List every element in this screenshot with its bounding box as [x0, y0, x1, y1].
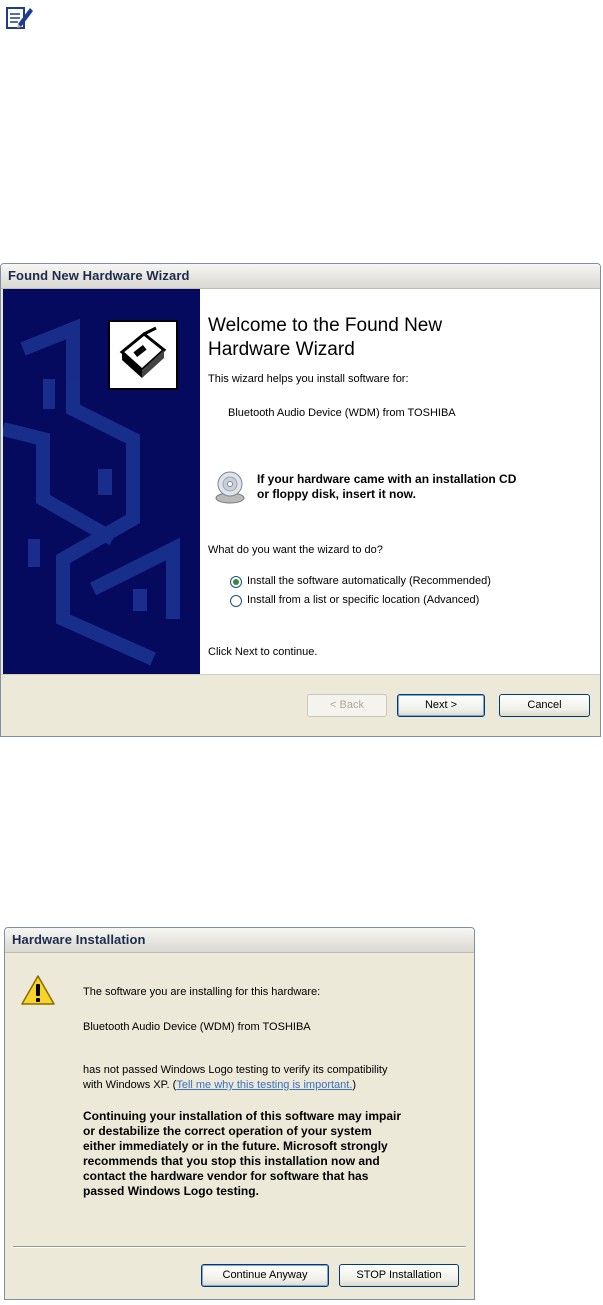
- cd-icon: [215, 471, 245, 504]
- hw-logo-testing-suffix: ): [352, 1079, 357, 1091]
- wizard-banner: [3, 289, 200, 674]
- hw-logo-testing-line1: has not passed Windows Logo testing to v…: [83, 1064, 388, 1076]
- option-install-from-list-label[interactable]: Install from a list or specific location…: [247, 594, 479, 606]
- hw-warning-line: either immediately or in the future. Mic…: [83, 1139, 388, 1153]
- insert-cd-line1: If your hardware came with an installati…: [257, 472, 517, 486]
- hw-warning-line: passed Windows Logo testing.: [83, 1184, 259, 1198]
- wizard-intro-text: This wizard helps you install software f…: [208, 373, 409, 385]
- found-new-hardware-wizard-window: Found New Hardware Wizard Welcome to the…: [0, 263, 601, 737]
- hardware-wizard-icon: [108, 320, 178, 390]
- hw-logo-testing-prefix: with Windows XP. (: [83, 1079, 177, 1091]
- insert-cd-message: If your hardware came with an installati…: [257, 472, 587, 502]
- wizard-continue-text: Click Next to continue.: [208, 646, 318, 658]
- back-button[interactable]: < Back: [307, 694, 387, 717]
- hw-logo-testing-line2: with Windows XP. (Tell me why this testi…: [83, 1079, 356, 1091]
- hw-warning-line: recommends that you stop this installati…: [83, 1154, 380, 1168]
- wizard-heading-line2: Hardware Wizard: [208, 339, 355, 360]
- wizard-title-bar[interactable]: Found New Hardware Wizard: [1, 264, 600, 289]
- note-pencil-icon: [6, 7, 33, 29]
- hw-warning-line: contact the hardware vendor for software…: [83, 1169, 369, 1183]
- hardware-installation-title-bar[interactable]: Hardware Installation: [5, 928, 474, 953]
- hw-warning-line: Continuing your installation of this sof…: [83, 1109, 402, 1123]
- continue-anyway-button[interactable]: Continue Anyway: [201, 1264, 329, 1287]
- stop-installation-button[interactable]: STOP Installation: [339, 1264, 459, 1287]
- cancel-button[interactable]: Cancel: [499, 694, 590, 717]
- warning-icon: [21, 975, 55, 1005]
- option-install-automatically-label[interactable]: Install the software automatically (Reco…: [247, 575, 491, 587]
- radio-install-from-list[interactable]: [230, 595, 242, 607]
- radio-install-automatically[interactable]: [230, 576, 242, 588]
- wizard-question: What do you want the wizard to do?: [208, 544, 383, 556]
- hw-warning-message: Continuing your installation of this sof…: [83, 1109, 463, 1199]
- hardware-installation-dialog: Hardware Installation The software you a…: [4, 927, 475, 1300]
- hw-separator: [13, 1246, 466, 1248]
- hw-intro-text: The software you are installing for this…: [83, 986, 321, 998]
- wizard-content-panel: Welcome to the Found New Hardware Wizard…: [200, 289, 600, 674]
- wizard-heading: Welcome to the Found New Hardware Wizard: [208, 314, 528, 362]
- next-button[interactable]: Next >: [397, 694, 485, 717]
- wizard-button-bar: < Back Next > Cancel: [1, 674, 600, 736]
- hw-device-name: Bluetooth Audio Device (WDM) from TOSHIB…: [83, 1021, 311, 1033]
- wizard-device-name: Bluetooth Audio Device (WDM) from TOSHIB…: [228, 407, 456, 419]
- wizard-heading-line1: Welcome to the Found New: [208, 315, 443, 336]
- testing-important-link[interactable]: Tell me why this testing is important.: [176, 1079, 352, 1091]
- hw-warning-line: or destabilize the correct operation of …: [83, 1124, 372, 1138]
- insert-cd-line2: or floppy disk, insert it now.: [257, 487, 416, 501]
